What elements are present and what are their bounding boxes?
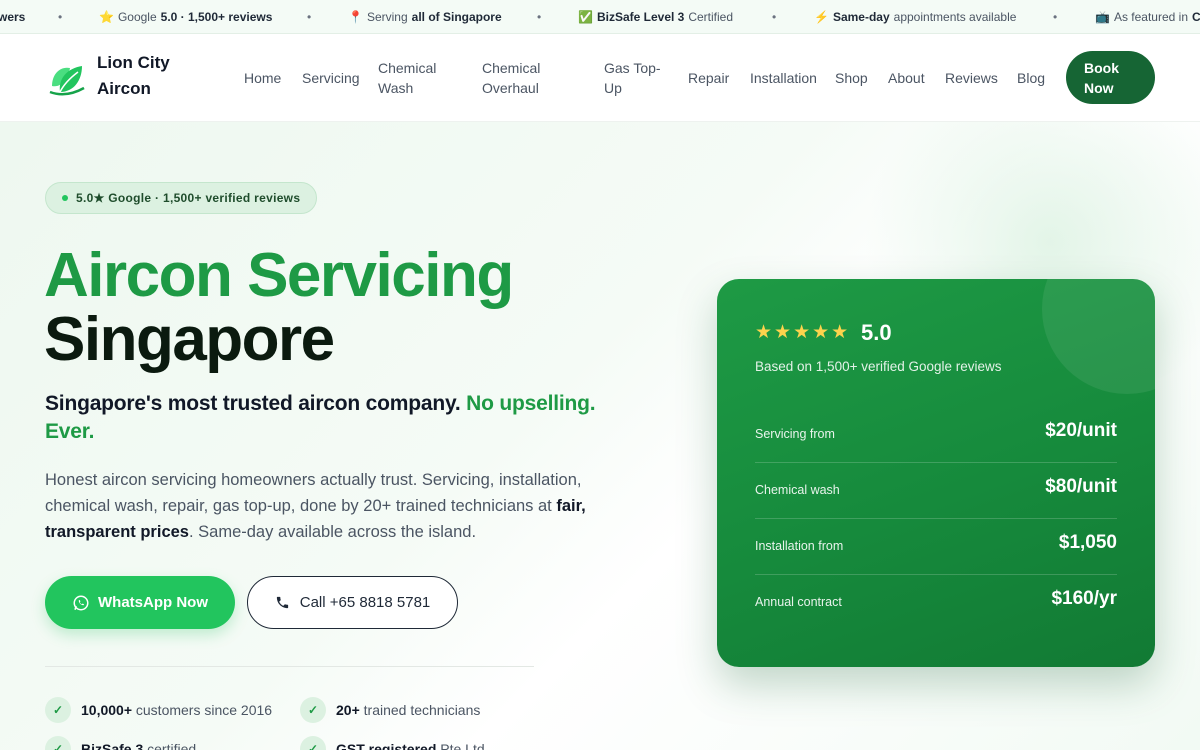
call-button[interactable]: Call +65 8818 5781 [247,576,458,629]
site-header: Lion City Aircon Home Servicing Chemical… [0,34,1200,122]
pricing-card: ★★★★★ 5.0 Based on 1,500+ verified Googl… [717,279,1155,667]
ticker-fragment: wers [0,10,26,24]
nav-chemical-overhaul[interactable]: Chemical Overhaul [482,58,552,98]
ticker-separator: • [1053,10,1058,24]
book-now-button[interactable]: Book Now [1066,51,1155,104]
card-decoration [1042,279,1155,394]
rating-score: 5.0 [861,320,892,345]
ticker-item-bizsafe: ✅ BizSafe Level 3 Certified [578,10,734,24]
ticker-separator: • [772,10,777,24]
feature-technicians: ✓ 20+ trained technicians [300,697,480,723]
ticker-item-serving: 📍 Serving all of Singapore [348,10,502,24]
nav-servicing[interactable]: Servicing [302,68,360,88]
nav-installation[interactable]: Installation [750,68,817,88]
price-row-installation: Installation from $1,050 [755,519,1117,575]
nav-repair[interactable]: Repair [688,68,729,88]
rating-stars-icon: ★★★★★ [755,322,851,343]
price-row-chemical-wash: Chemical wash $80/unit [755,463,1117,519]
feature-customers: ✓ 10,000+ customers since 2016 [45,697,272,723]
nav-blog[interactable]: Blog [1017,68,1045,88]
nav-home[interactable]: Home [244,68,281,88]
whatsapp-icon [73,595,89,610]
check-icon: ✓ [45,736,71,750]
nav-reviews[interactable]: Reviews [945,68,998,88]
whatsapp-button[interactable]: WhatsApp Now [45,576,235,629]
nav-shop[interactable]: Shop [835,68,868,88]
hero-title-line2: Singapore [44,305,335,374]
rating-badge: 5.0★ Google · 1,500+ verified reviews [45,182,318,214]
pin-icon: 📍 [348,10,363,24]
check-icon: ✓ [45,697,71,723]
feature-gst: ✓ GST registered Pte Ltd [300,736,485,750]
tv-icon: 📺 [1095,10,1110,24]
check-icon: ✓ [300,736,326,750]
ticker-item-google: ⭐ Google 5.0 · 1,500+ reviews [99,10,273,24]
hero-divider [45,666,534,667]
hero-title-line1: Aircon Servicing [44,241,514,310]
nav-gas-top-up[interactable]: Gas Top-Up [604,58,662,98]
ticker-item-same-day: ⚡ Same-day appointments available [814,10,1017,24]
ticker-item-featured: 📺 As featured in C [1095,10,1200,24]
ticker-separator: • [537,10,542,24]
brand-name[interactable]: Lion City Aircon [97,50,197,102]
check-box-icon: ✅ [578,10,593,24]
ticker-separator: • [58,10,63,24]
hero-subtitle: Singapore's most trusted aircon company.… [45,392,596,443]
feature-bizsafe: ✓ BizSafe 3 certified [45,736,196,750]
lightning-icon: ⚡ [814,10,829,24]
announcement-ticker: wers • ⭐ Google 5.0 · 1,500+ reviews • 📍… [0,0,1200,34]
rating-caption: Based on 1,500+ verified Google reviews [755,359,1002,374]
hero-description: Honest aircon servicing homeowners actua… [45,471,586,541]
hero-section: 5.0★ Google · 1,500+ verified reviews Ai… [0,122,1200,750]
nav-about[interactable]: About [888,68,925,88]
price-row-servicing: Servicing from $20/unit [755,407,1117,463]
star-icon: ⭐ [99,10,114,24]
phone-icon [276,596,288,609]
ticker-separator: • [307,10,312,24]
price-row-annual-contract: Annual contract $160/yr [755,588,1117,609]
nav-chemical-wash[interactable]: Chemical Wash [378,58,448,98]
status-dot-icon [62,195,68,201]
check-icon: ✓ [300,697,326,723]
leaf-logo-icon[interactable] [46,58,88,100]
